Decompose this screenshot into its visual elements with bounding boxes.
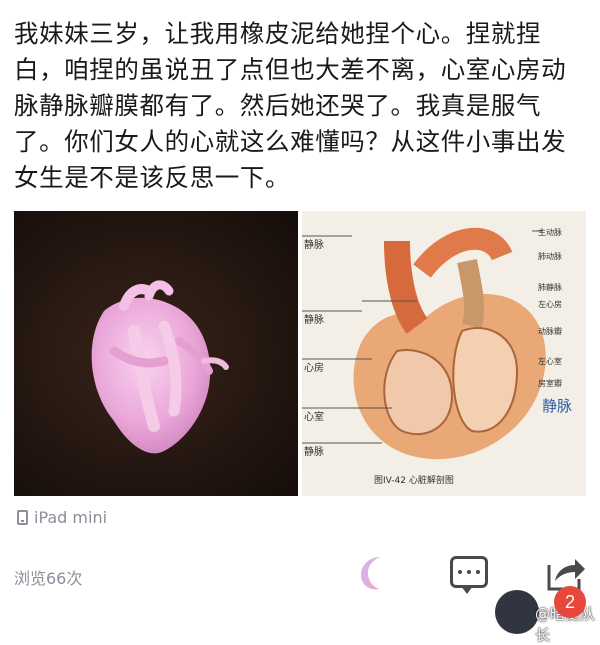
diagram-label: 肺静脉 bbox=[538, 282, 562, 292]
diagram-label: 动脉瓣 bbox=[538, 326, 562, 336]
moon-icon[interactable] bbox=[355, 553, 395, 593]
diagram-label: 房室瓣 bbox=[538, 378, 562, 388]
avatar bbox=[495, 590, 539, 634]
dot bbox=[476, 570, 480, 574]
diagram-label: 静脉 bbox=[304, 445, 324, 458]
dot bbox=[458, 570, 462, 574]
heart-anatomy-illustration: 静脉 静脉 心房 心室 静脉 主动脉 肺动脉 肺静脉 左心房 动脉瓣 左心室 房… bbox=[302, 211, 586, 496]
diagram-label: 主动脉 bbox=[538, 227, 562, 237]
clay-heart-illustration bbox=[91, 280, 229, 454]
diagram-label: 心室 bbox=[304, 410, 324, 423]
heart-diagram-photo[interactable]: 静脉 静脉 心房 心室 静脉 主动脉 肺动脉 肺静脉 左心房 动脉瓣 左心室 房… bbox=[302, 211, 586, 496]
comment-button[interactable] bbox=[450, 556, 488, 594]
diagram-label: 左心室 bbox=[538, 356, 562, 366]
post-text: 我妹妹三岁，让我用橡皮泥给她捏个心。捏就捏白，咱捏的虽说丑了点但也大差不离，心室… bbox=[14, 19, 567, 192]
notification-badge[interactable]: 2 bbox=[554, 586, 586, 618]
dot bbox=[467, 570, 471, 574]
diagram-label: 静脉 bbox=[304, 313, 324, 326]
diagram-label: 肺动脉 bbox=[538, 251, 562, 261]
device-source: iPad mini bbox=[17, 506, 107, 528]
device-label: iPad mini bbox=[34, 507, 108, 527]
tablet-icon bbox=[17, 509, 28, 525]
diagram-label: 左心房 bbox=[538, 299, 562, 309]
view-count: 浏览66次 bbox=[14, 569, 83, 588]
diagram-label: 静脉 bbox=[304, 238, 324, 251]
diagram-caption: 图IV-42 心脏解剖图 bbox=[374, 474, 454, 486]
handwritten-note: 静脉 bbox=[542, 397, 572, 415]
clay-heart-photo[interactable] bbox=[14, 211, 298, 496]
diagram-label: 心房 bbox=[304, 361, 324, 374]
